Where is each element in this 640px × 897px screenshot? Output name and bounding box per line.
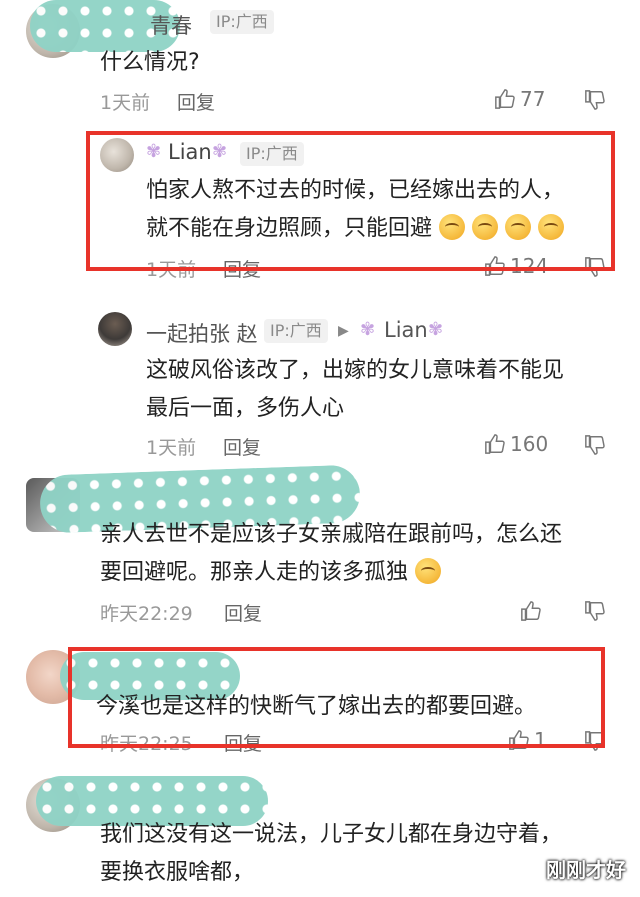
comment-author[interactable]: 青春 xyxy=(150,10,192,40)
comment-text: 要换衣服啥都， xyxy=(100,860,255,885)
thumb-down-icon[interactable] xyxy=(584,600,606,622)
thumb-down-icon[interactable] xyxy=(584,89,606,111)
comment-text: 什么情况? xyxy=(100,50,200,75)
thumb-up-icon[interactable] xyxy=(520,600,542,622)
comment-text-line: 要回避呢。那亲人走的该多孤独 xyxy=(100,554,442,592)
reply-button[interactable]: 回复 xyxy=(223,433,261,460)
comment-text: 要回避呢。那亲人走的该多孤独 xyxy=(100,560,409,585)
watermark: 刚刚才好 xyxy=(546,858,626,882)
like-button[interactable]: 160 xyxy=(484,432,548,456)
ip-location-tag: IP:广西 xyxy=(264,319,328,343)
comment-text: 最后一面，多伤人心 xyxy=(146,396,345,421)
fairy-badge-icon: ✾ xyxy=(360,319,376,340)
like-count: 160 xyxy=(510,432,549,456)
comment-author[interactable]: 一起拍张 赵 xyxy=(146,318,258,348)
comment-text: 这破风俗该改了，出嫁的女儿意味着不能见 xyxy=(146,358,565,383)
thumb-up-icon xyxy=(485,434,505,454)
ip-location-tag: IP:广西 xyxy=(210,10,274,34)
fairy-badge-icon: ✾ xyxy=(428,319,444,340)
reply-arrow-icon: ▶ xyxy=(338,323,349,339)
reply-button[interactable]: 回复 xyxy=(177,88,215,115)
crying-emoji xyxy=(415,558,442,584)
highlight-box xyxy=(86,131,615,271)
like-button[interactable]: 77 xyxy=(494,87,545,111)
comment-time: 1天前 xyxy=(100,92,151,114)
thumb-up-icon xyxy=(495,89,515,109)
comment-text: 我们这没有这一说法，儿子女儿都在身边守着， xyxy=(100,822,563,847)
comment-time: 昨天22:29 xyxy=(100,603,193,625)
comment-time: 1天前 xyxy=(146,437,197,459)
reply-target-name[interactable]: Lian xyxy=(384,318,428,342)
thumb-down-icon[interactable] xyxy=(584,434,606,456)
reply-button[interactable]: 回复 xyxy=(224,599,262,626)
comment-text: 亲人去世不是应该子女亲戚陪在跟前吗，怎么还 xyxy=(100,522,563,547)
avatar[interactable] xyxy=(98,312,132,346)
like-count: 77 xyxy=(520,87,546,111)
highlight-box xyxy=(68,647,605,748)
